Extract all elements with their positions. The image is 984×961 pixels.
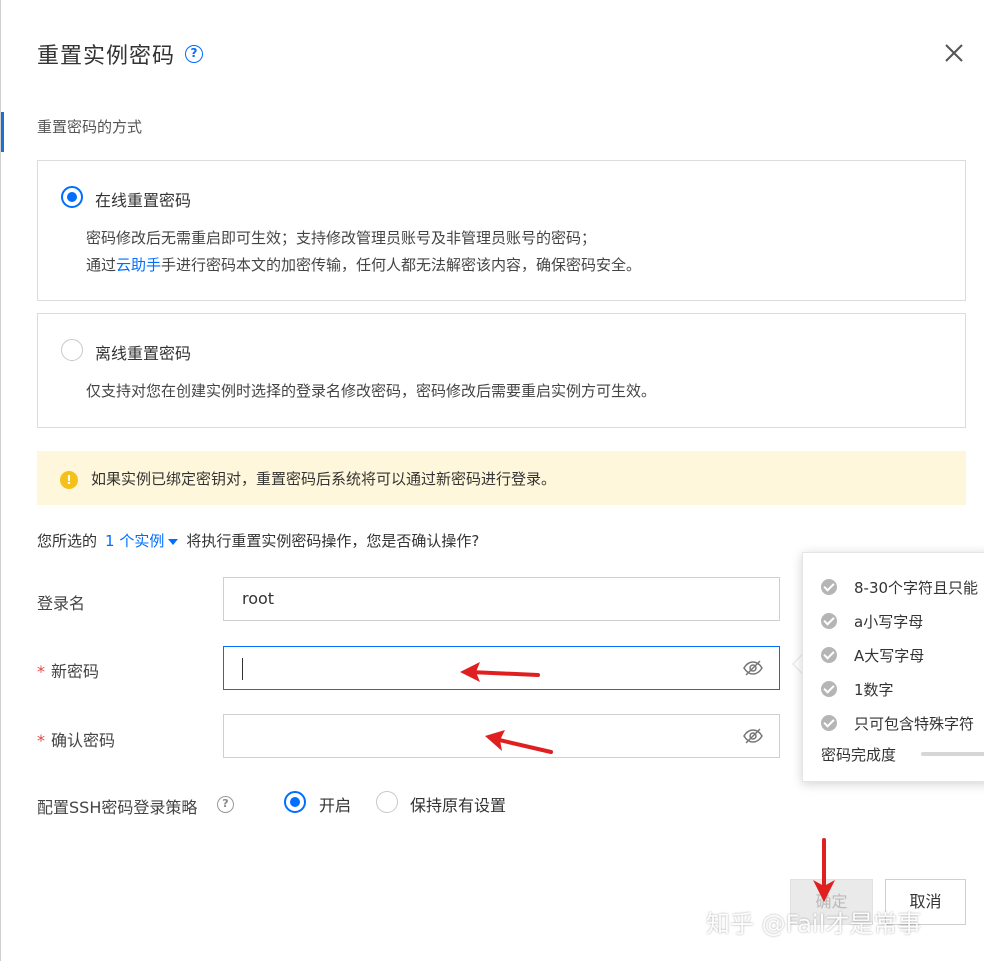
warning-text: 如果实例已绑定密钥对，重置密码后系统将可以通过新密码进行登录。: [91, 470, 557, 488]
new-password-label-text: 新密码: [51, 662, 100, 681]
instance-count: 1 个实例: [105, 532, 165, 550]
check-icon: [821, 613, 837, 629]
check-icon: [821, 647, 837, 663]
radio-ssh-on[interactable]: [284, 791, 306, 813]
eye-off-icon[interactable]: [743, 727, 763, 745]
check-icon: [821, 681, 837, 697]
check-icon: [821, 579, 837, 595]
rule-text: 8-30个字符且只能: [854, 579, 979, 597]
radio-ssh-keep[interactable]: [376, 791, 398, 813]
watermark: 知乎 @Fail才是常事: [706, 910, 922, 938]
option-desc-line: 密码修改后无需重启即可生效；支持修改管理员账号及非管理员账号的密码；: [86, 229, 597, 247]
instance-dropdown[interactable]: 1 个实例: [105, 532, 179, 550]
new-password-label: * 新密码: [37, 658, 99, 682]
reset-password-dialog: 重置实例密码 ? 重置密码的方式 在线重置密码 密码修改后无需重启即可生效；支持…: [0, 0, 984, 961]
login-name-input[interactable]: root: [223, 577, 780, 621]
rule-text: 1数字: [854, 681, 894, 699]
option-description: 密码修改后无需重启即可生效；支持修改管理员账号及非管理员账号的密码； 通过云助手…: [86, 225, 641, 279]
caret-down-icon: [168, 538, 179, 545]
option-title: 离线重置密码: [95, 344, 192, 363]
option-title: 在线重置密码: [95, 191, 192, 210]
desc-prefix: 通过: [86, 256, 117, 274]
dialog-title: 重置实例密码: [37, 44, 176, 69]
help-icon[interactable]: ?: [217, 796, 234, 813]
password-rule: A大写字母: [821, 645, 924, 666]
radio-offline-reset[interactable]: [61, 339, 83, 361]
option-offline-reset[interactable]: 离线重置密码 仅支持对您在创建实例时选择的登录名修改密码，密码修改后需要重启实例…: [37, 313, 966, 428]
close-icon[interactable]: [939, 38, 969, 68]
text-cursor: [242, 658, 243, 680]
section-label: 重置密码的方式: [37, 118, 143, 136]
radio-online-reset[interactable]: [61, 186, 83, 208]
required-mark: *: [37, 731, 45, 750]
rule-text: 只可包含特殊字符: [854, 715, 975, 733]
option-online-reset[interactable]: 在线重置密码 密码修改后无需重启即可生效；支持修改管理员账号及非管理员账号的密码…: [37, 160, 966, 301]
annotation-arrow-icon: [485, 730, 553, 754]
eye-off-icon[interactable]: [743, 659, 763, 677]
confirm-password-label-text: 确认密码: [51, 731, 116, 750]
password-rule: 8-30个字符且只能: [821, 577, 978, 598]
confirm-line: 您所选的 1 个实例 将执行重置实例密码操作，您是否确认操作?: [37, 530, 479, 551]
confirm-suffix: 将执行重置实例密码操作，您是否确认操作?: [186, 532, 480, 550]
login-name-label: 登录名: [37, 594, 86, 613]
annotation-arrow-icon: [813, 838, 835, 902]
ssh-keep-label: 保持原有设置: [410, 796, 507, 815]
confirm-prefix: 您所选的: [37, 532, 98, 550]
password-rule: a小写字母: [821, 611, 923, 632]
warning-icon: !: [60, 471, 78, 489]
rule-text: A大写字母: [854, 647, 925, 665]
confirm-password-label: * 确认密码: [37, 727, 115, 751]
required-mark: *: [37, 662, 45, 681]
strength-label: 密码完成度: [821, 746, 897, 764]
option-description: 仅支持对您在创建实例时选择的登录名修改密码，密码修改后需要重启实例方可生效。: [86, 378, 656, 405]
option-desc-line: 仅支持对您在创建实例时选择的登录名修改密码，密码修改后需要重启实例方可生效。: [86, 382, 657, 400]
password-rule: 1数字: [821, 679, 894, 700]
check-icon: [821, 715, 837, 731]
password-rules-popover: 8-30个字符且只能 a小写字母 A大写字母 1数字 只可包含特殊字符 密码完成…: [802, 552, 984, 782]
login-name-value: root: [242, 589, 275, 608]
rule-text: a小写字母: [854, 613, 924, 631]
annotation-arrow-icon: [460, 662, 540, 682]
desc-suffix: 手进行密码本文的加密传输，任何人都无法解密该内容，确保密码安全。: [161, 256, 642, 274]
option-desc-line: 通过云助手手进行密码本文的加密传输，任何人都无法解密该内容，确保密码安全。: [86, 252, 641, 279]
strength-bar: [921, 752, 984, 756]
warning-banner: ! 如果实例已绑定密钥对，重置密码后系统将可以通过新密码进行登录。: [37, 451, 966, 505]
left-accent-bar: [1, 112, 4, 152]
ssh-on-label: 开启: [319, 796, 352, 815]
password-rule: 只可包含特殊字符: [821, 713, 974, 734]
ssh-policy-label: 配置SSH密码登录策略: [37, 798, 198, 817]
cloud-assistant-link[interactable]: 云助手: [116, 256, 161, 274]
help-icon[interactable]: ?: [185, 45, 203, 63]
